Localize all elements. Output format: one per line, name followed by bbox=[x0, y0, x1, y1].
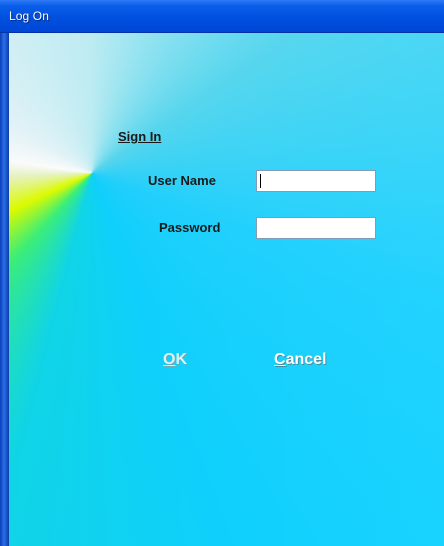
ok-button[interactable]: OK bbox=[163, 351, 187, 369]
username-label: User Name bbox=[148, 173, 216, 188]
password-field[interactable] bbox=[256, 217, 376, 239]
title-bar[interactable]: Log On bbox=[0, 0, 444, 33]
password-label: Password bbox=[159, 220, 221, 235]
text-caret bbox=[260, 174, 261, 188]
login-panel: Sign In User Name Password OK Cancel bbox=[9, 33, 444, 546]
ok-accelerator: O bbox=[163, 351, 176, 368]
sign-in-heading: Sign In bbox=[118, 129, 162, 144]
logon-window: Log On Sign In User Name Password OK Can… bbox=[0, 0, 444, 546]
window-left-border bbox=[0, 33, 9, 546]
window-title: Log On bbox=[9, 9, 49, 23]
cancel-accelerator: C bbox=[274, 351, 286, 368]
cancel-button[interactable]: Cancel bbox=[274, 351, 326, 369]
cancel-label-rest: ancel bbox=[285, 351, 327, 368]
username-field[interactable] bbox=[256, 170, 376, 192]
ok-label-rest: K bbox=[175, 351, 188, 368]
panel-shade bbox=[9, 33, 444, 546]
